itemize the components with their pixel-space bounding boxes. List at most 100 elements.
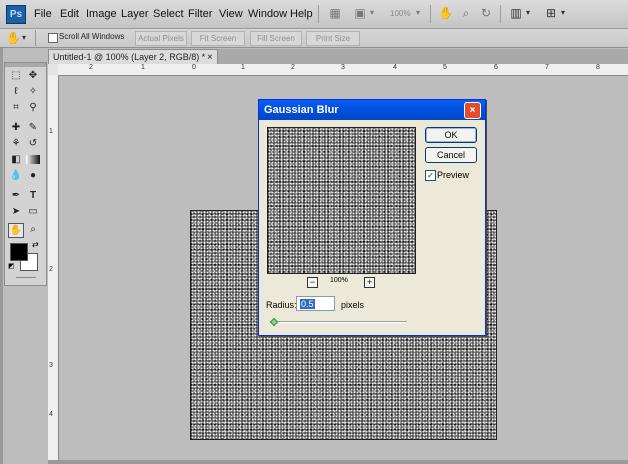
menu-filter[interactable]: Filter [188,8,212,20]
options-bar: ✋ ▾ Scroll All Windows Actual Pixels Fit… [0,29,628,48]
chevron-down-icon[interactable]: ▾ [414,6,422,20]
fit-screen-button[interactable]: Fit Screen [191,31,245,46]
menu-image[interactable]: Image [86,8,117,20]
hand-icon[interactable]: ✋ [438,6,454,20]
preview-checkbox[interactable]: ✓ [425,170,436,181]
hand-icon[interactable]: ✋ [6,31,21,45]
scroll-all-windows-checkbox[interactable] [48,33,58,43]
ruler-tick-label: 2 [49,266,53,273]
history-brush-icon[interactable]: ↺ [26,137,40,150]
radius-unit-label: pixels [341,300,365,310]
hand-icon[interactable]: ✋ [8,223,24,238]
eraser-icon[interactable]: ◧ [9,153,23,166]
document-status-bar [48,460,628,464]
swap-colors-icon[interactable]: ⇄ [32,240,39,249]
ruler-tick-label: 1 [241,64,245,71]
close-icon[interactable]: × [207,50,213,65]
gaussian-blur-dialog: Gaussian Blur × − 100% + OK Cancel ✓ Pre… [258,99,486,336]
toolbar-separator [500,5,501,23]
zoom-icon[interactable]: ⌕ [458,6,474,20]
brush-icon[interactable]: ✎ [26,121,40,134]
rotate-icon[interactable]: ↻ [478,6,494,20]
dialog-title: Gaussian Blur [264,104,339,116]
close-icon[interactable]: × [464,102,481,119]
ok-button[interactable]: OK [425,127,477,143]
chevron-down-icon[interactable]: ▾ [368,6,376,20]
quick-mask-divider [16,277,36,278]
dialog-title-bar[interactable]: Gaussian Blur × [259,100,485,120]
options-separator [35,30,36,46]
shape-icon[interactable]: ▭ [26,205,40,218]
ruler-tick-label: 8 [596,64,600,71]
menu-help[interactable]: Help [290,8,313,20]
radius-input[interactable]: 0.5 [296,296,335,311]
menu-edit[interactable]: Edit [60,8,79,20]
ruler-tick-label: 1 [141,64,145,71]
zoom-out-button[interactable]: − [307,277,318,288]
panel-dock-edge [0,48,3,464]
chevron-down-icon[interactable]: ▾ [524,6,532,20]
menu-view[interactable]: View [219,8,243,20]
photoshop-logo[interactable]: Ps [6,5,26,24]
ruler-tick-label: 4 [49,411,53,418]
print-size-button[interactable]: Print Size [306,31,360,46]
ruler-tick-label: 7 [545,64,549,71]
type-icon[interactable]: T [26,189,40,202]
ruler-tick-label: 3 [341,64,345,71]
screen-mode-icon[interactable]: ⊞ [543,6,559,20]
default-colors-icon[interactable]: ◩ [8,262,15,270]
tools-panel-grip[interactable] [5,63,46,67]
radius-label: Radius: [266,300,297,310]
zoom-icon[interactable]: ⌕ [26,223,40,236]
gradient-icon[interactable] [26,155,40,164]
radius-slider-track[interactable] [272,321,407,323]
lasso-icon[interactable]: ℓ [9,85,23,98]
ruler-tick-label: 5 [443,64,447,71]
healing-brush-icon[interactable]: ✚ [9,121,23,134]
menu-bar: Ps File Edit Image Layer Select Filter V… [0,0,628,29]
launch-bridge-icon[interactable]: ▦ [327,6,343,20]
pen-icon[interactable]: ✒ [9,189,23,202]
ruler-tick-label: 4 [393,64,397,71]
view-extras-icon[interactable]: ▣ [352,6,368,20]
actual-pixels-button[interactable]: Actual Pixels [135,31,187,46]
ruler-tick-label: 0 [192,64,196,71]
menu-window[interactable]: Window [248,8,287,20]
preview-label: Preview [437,170,470,180]
ruler-tick-label: 3 [49,362,53,369]
ruler-tick-label: 2 [89,64,93,71]
arrange-documents-icon[interactable]: ▥ [508,6,524,20]
radius-slider-thumb[interactable] [269,317,279,327]
toolbar-separator [430,5,431,23]
crop-icon[interactable]: ⌗ [9,101,23,114]
path-selection-icon[interactable]: ➤ [9,205,23,218]
radius-value: 0.5 [300,299,315,309]
preview-zoom-level: 100% [330,277,348,284]
marquee-icon[interactable]: ⬚ [9,69,23,82]
ruler-tick-label: 2 [291,64,295,71]
fill-screen-button[interactable]: Fill Screen [250,31,302,46]
clone-stamp-icon[interactable]: ⚘ [9,137,23,150]
menu-select[interactable]: Select [153,8,184,20]
filter-preview-image[interactable] [267,127,416,274]
toolbar-separator [318,5,319,23]
foreground-color-swatch[interactable] [10,243,28,261]
zoom-level-display[interactable]: 100% [390,9,410,18]
zoom-in-button[interactable]: + [364,277,375,288]
magic-wand-icon[interactable]: ✧ [26,85,40,98]
eyedropper-icon[interactable]: ⚲ [26,101,40,114]
tools-panel: ⬚ ✥ ℓ ✧ ⌗ ⚲ ✚ ✎ ⚘ ↺ ◧ 💧 ● ✒ T ➤ ▭ ✋ ⌕ ⇄ … [4,62,47,286]
move-icon[interactable]: ✥ [26,69,40,82]
horizontal-ruler[interactable]: 2 1 0 1 2 3 4 5 6 7 8 [58,64,628,76]
chevron-down-icon[interactable]: ▾ [22,33,26,42]
document-tab[interactable]: Untitled-1 @ 100% (Layer 2, RGB/8) * × [48,49,218,64]
ruler-tick-label: 1 [49,128,53,135]
menu-file[interactable]: File [34,8,52,20]
ruler-tick-label: 6 [494,64,498,71]
chevron-down-icon[interactable]: ▾ [559,6,567,20]
dodge-icon[interactable]: ● [26,169,40,182]
cancel-button[interactable]: Cancel [425,147,477,163]
vertical-ruler[interactable]: 1 2 3 4 [48,75,59,464]
menu-layer[interactable]: Layer [121,8,149,20]
blur-icon[interactable]: 💧 [9,169,23,182]
